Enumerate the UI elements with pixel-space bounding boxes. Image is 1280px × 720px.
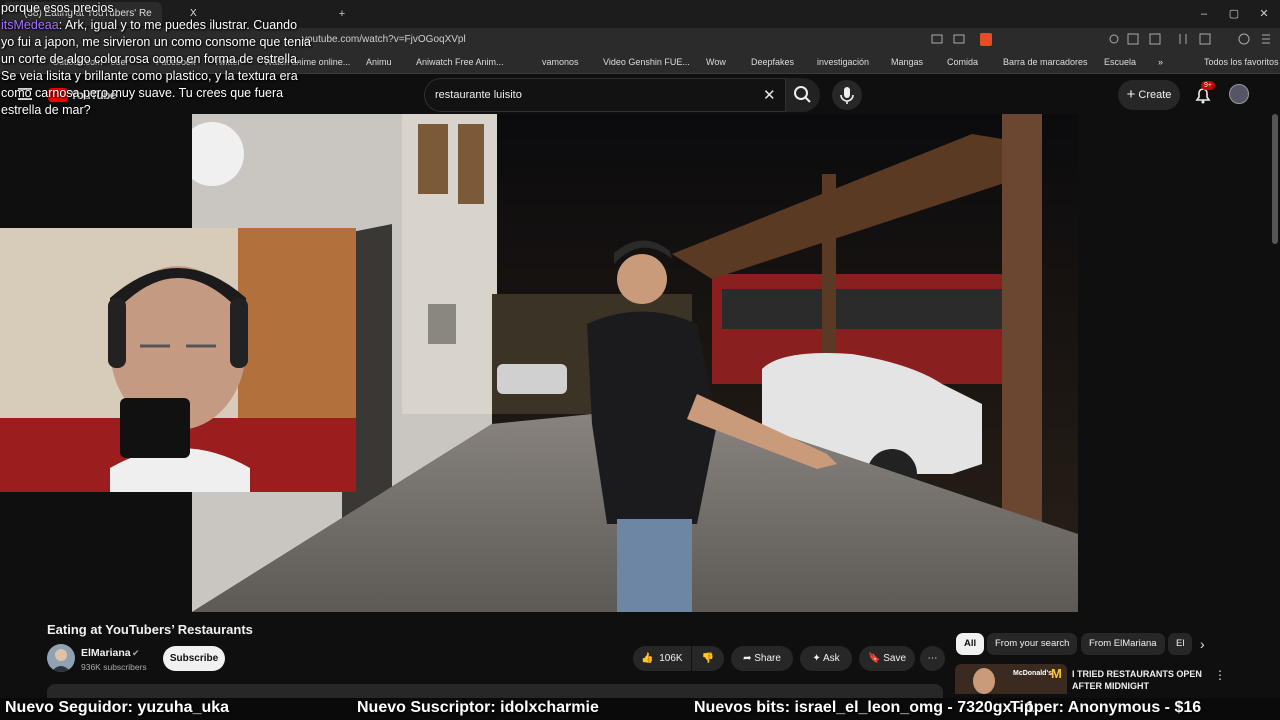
search-input-value: restaurante luisito — [435, 89, 522, 101]
chat-message: itsMedeaa: Ark, igual y to me puedes ilu… — [1, 18, 311, 117]
search-button[interactable] — [786, 78, 820, 112]
share-button[interactable]: ➦ Share — [731, 646, 793, 671]
webcam-frame — [0, 228, 356, 492]
account-avatar[interactable] — [1229, 84, 1249, 104]
mcdonalds-logo-icon: M — [1051, 666, 1062, 681]
close-window-icon[interactable]: ✕ — [1256, 6, 1272, 22]
channel-avatar[interactable] — [47, 644, 75, 672]
chip-from-your-search[interactable]: From your search — [987, 633, 1078, 655]
subscriber-count: 936K subscribers — [81, 662, 147, 672]
ticker-new-subscriber: Nuevo Suscriptor: idolxcharmie — [357, 699, 599, 716]
chevron-right-icon[interactable]: » — [1158, 57, 1163, 67]
stream-chat-overlay: porque esos precios itsMedeaa: Ark, igua… — [1, 0, 311, 119]
bookmark-video-genshin[interactable]: Video Genshin FUE... — [603, 57, 690, 67]
share-label: Share — [754, 653, 781, 664]
like-button[interactable]: 👍 106K — [633, 646, 691, 671]
bookmark-comida[interactable]: Comida — [947, 57, 978, 67]
search-input[interactable]: restaurante luisito ✕ — [424, 78, 786, 112]
notifications-button[interactable]: 9+ — [1192, 81, 1215, 106]
dislike-button[interactable]: 👎 — [692, 646, 724, 671]
save-label: Save — [883, 653, 907, 664]
description-box[interactable] — [47, 684, 943, 698]
related-video-title[interactable]: I TRIED RESTAURANTS OPEN AFTER MIDNIGHT — [1072, 668, 1202, 692]
bookmark-escuela[interactable]: Escuela — [1104, 57, 1136, 67]
save-button[interactable]: 🔖 Save — [859, 646, 915, 671]
bookmark-barra-marcadores[interactable]: Barra de marcadores — [1003, 57, 1088, 67]
bookmark-icon: 🔖 — [867, 653, 881, 664]
bookmark-investigacion[interactable]: investigación — [817, 57, 869, 67]
bookmark-wow[interactable]: Wow — [706, 57, 726, 67]
create-label: Create — [1138, 89, 1172, 101]
bookmark-deepfakes[interactable]: Deepfakes — [751, 57, 794, 67]
page-scrollbar[interactable] — [1272, 114, 1278, 244]
clear-search-icon[interactable]: ✕ — [763, 86, 776, 104]
url-field[interactable]: youtube.com/watch?v=FjvOGoqXVpl — [302, 34, 466, 45]
new-tab-icon[interactable]: + — [334, 6, 350, 22]
ask-label: Ask — [822, 653, 840, 664]
related-more-icon[interactable]: ⋮ — [1214, 668, 1226, 682]
chip-all[interactable]: All — [956, 633, 985, 655]
thumbnail-face — [973, 668, 995, 694]
bookmark-aniwatch[interactable]: Aniwatch Free Anim... — [416, 57, 504, 67]
thumbs-down-icon: 👎 — [701, 653, 715, 664]
create-button[interactable]: + Create — [1118, 80, 1180, 110]
search-icon — [794, 86, 811, 103]
sparkle-icon: ✦ — [812, 653, 821, 664]
thumbnail-label: McDonald's — [1013, 670, 1053, 677]
browser-toolbar-icons — [931, 33, 1270, 46]
bookmark-vamonos[interactable]: vamonos — [542, 57, 579, 67]
maximize-icon[interactable]: ▢ — [1226, 6, 1242, 22]
avatar-icon — [51, 649, 71, 672]
chip-el[interactable]: El — [1168, 633, 1193, 655]
subscribe-button[interactable]: Subscribe — [163, 646, 225, 671]
ticker-tipper: Tipper: Anonymous - $16 — [1010, 699, 1202, 716]
thumbs-up-icon: 👍 — [641, 653, 654, 664]
bookmark-animu[interactable]: Animu — [366, 57, 392, 67]
share-icon: ➦ — [743, 653, 752, 664]
bookmark-mangas[interactable]: Mangas — [891, 57, 923, 67]
chevron-right-icon[interactable]: › — [1200, 636, 1205, 652]
channel-name[interactable]: ElMariana — [81, 647, 131, 659]
more-icon: ⋯ — [927, 653, 938, 664]
stream-alerts-ticker: Nuevo Seguidor: yuzuha_uka Nuevo Suscrip… — [0, 698, 1280, 720]
ask-button[interactable]: ✦ Ask — [800, 646, 852, 671]
more-actions-button[interactable]: ⋯ — [920, 646, 945, 671]
plus-icon: + — [1126, 86, 1136, 103]
notification-badge: 9+ — [1201, 81, 1215, 90]
chat-username: itsMedeaa — [1, 18, 59, 32]
ticker-new-follower: Nuevo Seguidor: yuzuha_uka — [5, 699, 230, 716]
chat-message-text: Ark, igual y to me puedes ilustrar. Cuan… — [1, 18, 311, 117]
ticker-new-bits: Nuevos bits: israel_el_leon_omg - 7320gx… — [694, 699, 1035, 716]
voice-search-button[interactable] — [832, 80, 862, 110]
minimize-icon[interactable]: – — [1196, 6, 1212, 22]
like-count: 106K — [659, 653, 683, 664]
chip-from-channel[interactable]: From ElMariana — [1081, 633, 1165, 655]
verified-icon: ✔ — [132, 648, 140, 658]
bookmark-all-favorites[interactable]: Todos los favoritos — [1204, 57, 1279, 67]
chat-line-previous: porque esos precios — [1, 1, 114, 15]
video-title: Eating at YouTubers’ Restaurants — [47, 622, 253, 637]
microphone-icon — [840, 87, 854, 104]
streamer-webcam — [0, 228, 356, 492]
related-video-thumbnail[interactable]: McDonald's M — [955, 664, 1067, 694]
